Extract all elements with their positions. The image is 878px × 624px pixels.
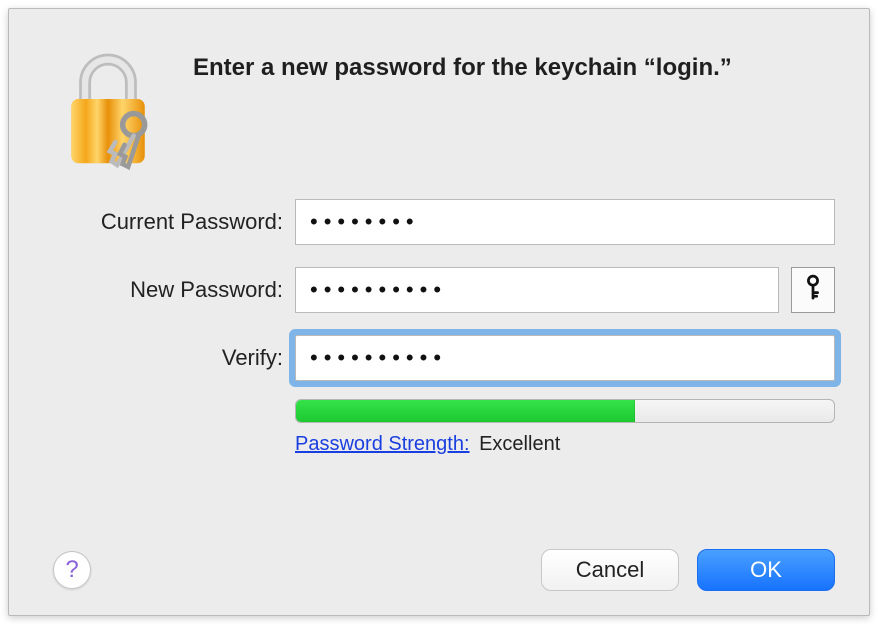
password-strength-value: Excellent <box>479 433 560 455</box>
verify-password-label: Verify: <box>43 345 283 371</box>
keychain-lock-icon <box>49 41 167 179</box>
dialog-title: Enter a new password for the keychain “l… <box>193 53 835 83</box>
cancel-button[interactable]: Cancel <box>541 549 679 591</box>
new-password-input[interactable] <box>295 267 779 313</box>
current-password-input[interactable] <box>295 199 835 245</box>
ok-button[interactable]: OK <box>697 549 835 591</box>
help-button[interactable]: ? <box>53 551 91 589</box>
key-icon <box>802 274 824 307</box>
password-strength-meter <box>295 399 835 423</box>
new-password-label: New Password: <box>43 277 283 303</box>
password-strength-link[interactable]: Password Strength: <box>295 433 470 455</box>
password-assistant-button[interactable] <box>791 267 835 313</box>
help-icon: ? <box>65 556 78 584</box>
verify-password-input[interactable] <box>295 335 835 381</box>
change-keychain-password-dialog: Enter a new password for the keychain “l… <box>8 8 870 616</box>
current-password-label: Current Password: <box>43 209 283 235</box>
